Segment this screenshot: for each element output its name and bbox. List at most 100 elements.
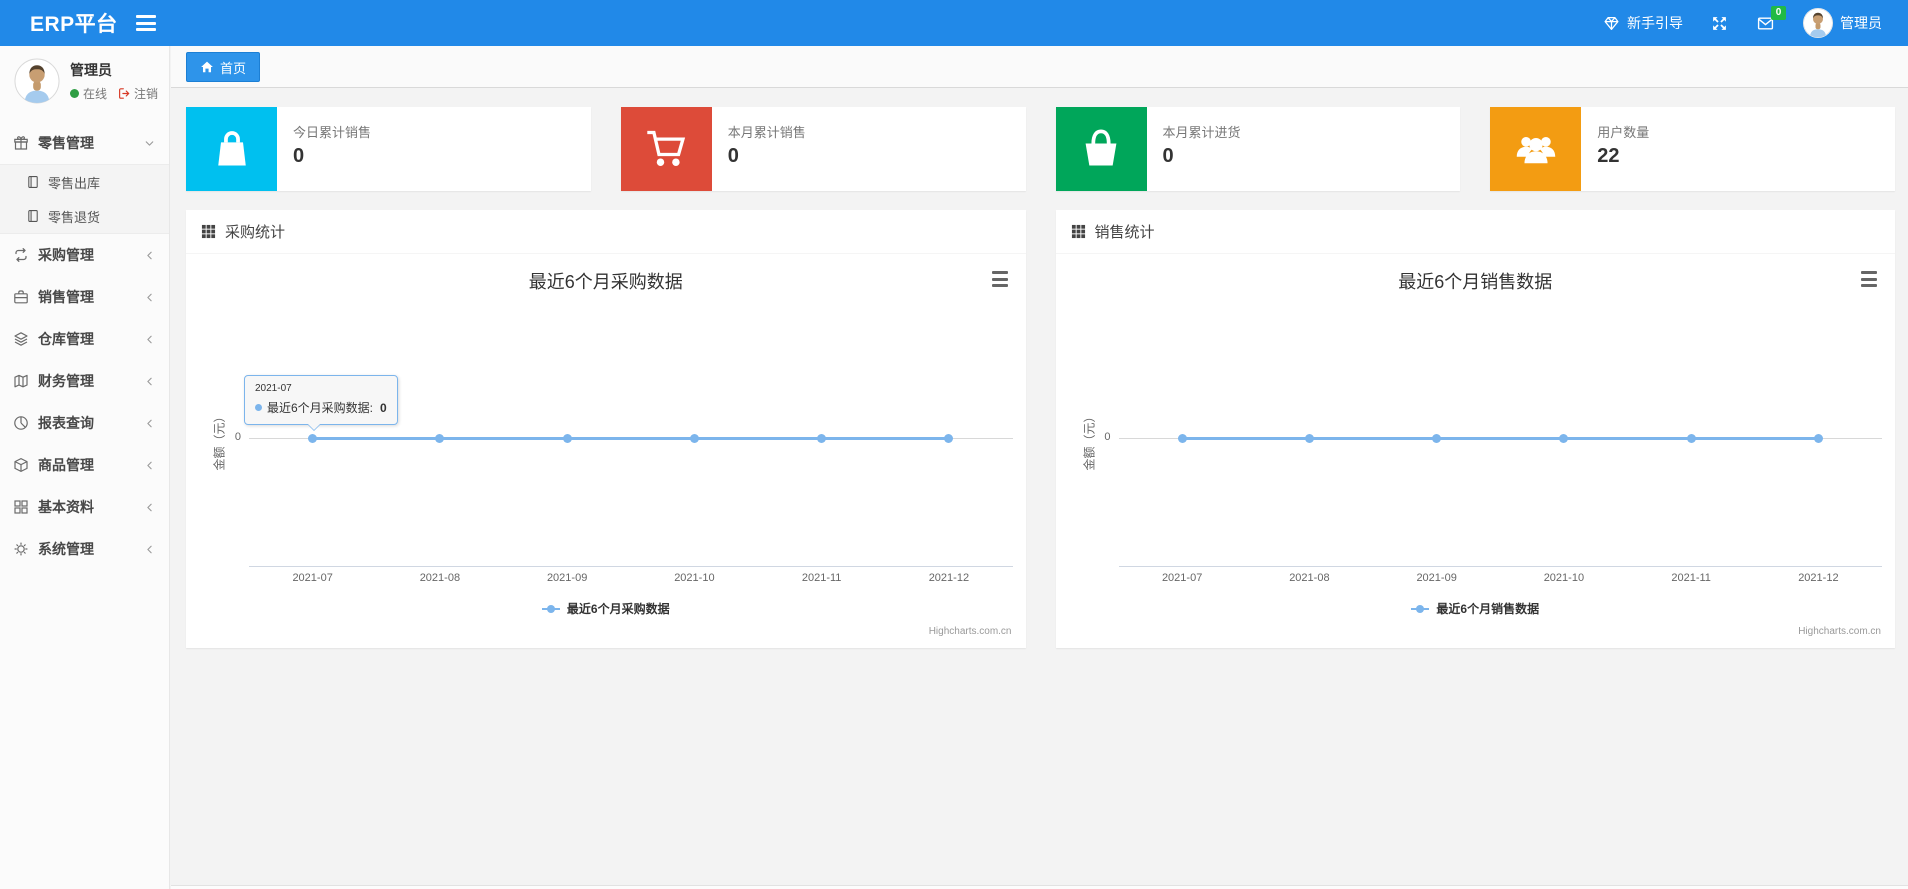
legend-marker-icon — [1411, 604, 1430, 613]
stat-card-label: 今日累计销售 — [293, 125, 372, 140]
sidebar-item-label: 零售退货 — [48, 209, 101, 225]
sidebar-item-label: 基本资料 — [38, 499, 94, 515]
x-axis-label: 2021-07 — [1161, 572, 1203, 584]
x-axis-label: 2021-09 — [546, 572, 588, 584]
logout-button[interactable]: 注销 — [118, 85, 158, 102]
stat-card-value: 0 — [1162, 145, 1174, 167]
user-menu[interactable]: 管理员 — [1803, 8, 1882, 38]
legend-item[interactable]: 最近6个月销售数据 — [1056, 600, 1896, 617]
x-axis-label: 2021-10 — [1543, 572, 1585, 584]
guide-label: 新手引导 — [1627, 15, 1683, 31]
x-axis-label: 2021-08 — [419, 572, 461, 584]
shopping-cart-icon — [620, 107, 712, 191]
highcharts-credits-link[interactable]: Highcharts.com.cn — [1798, 626, 1881, 637]
fullscreen-button[interactable] — [1711, 15, 1728, 32]
sidebar-item-basic-data[interactable]: 基本资料 — [0, 486, 169, 528]
x-axis-label: 2021-12 — [1798, 572, 1839, 584]
sidebar-item-retail-outbound[interactable]: 零售出库 — [0, 165, 169, 199]
chart-title: 最近6个月销售数据 — [1398, 272, 1553, 292]
sidebar-item-report-query[interactable]: 报表查询 — [0, 402, 169, 444]
stat-card-label: 本月累计进货 — [1162, 125, 1241, 140]
navbar-username: 管理员 — [1840, 15, 1882, 31]
x-axis-label: 2021-08 — [1289, 572, 1330, 584]
sign-out-icon — [118, 87, 131, 100]
sidebar-item-retail-mgmt[interactable]: 零售管理 — [0, 122, 169, 164]
x-axis-label: 2021-07 — [292, 572, 333, 584]
th-grid-icon — [201, 224, 216, 239]
th-grid-icon — [1071, 224, 1086, 239]
data-point-marker[interactable] — [1304, 434, 1314, 443]
tooltip-value: 0 — [380, 400, 387, 415]
data-point-marker[interactable] — [1686, 434, 1696, 443]
data-point-marker[interactable] — [1177, 434, 1187, 443]
guide-button[interactable]: 新手引导 — [1603, 13, 1683, 33]
stat-card-value: 0 — [727, 145, 739, 167]
highcharts-credits-link[interactable]: Highcharts.com.cn — [929, 626, 1012, 637]
data-points — [1119, 434, 1883, 443]
sidebar-item-finance-mgmt[interactable]: 财务管理 — [0, 360, 169, 402]
tab-bar: 首页 — [171, 46, 1908, 88]
x-axis-labels: 2021-07 2021-08 2021-09 2021-10 2021-11 2021-… — [1119, 572, 1883, 584]
x-axis-line — [1118, 566, 1882, 567]
sidebar-item-label: 零售管理 — [38, 135, 94, 151]
sidebar-item-label: 采购管理 — [38, 247, 94, 263]
briefcase-icon — [13, 289, 29, 305]
sidebar-toggle-icon[interactable] — [135, 15, 156, 31]
data-point-marker[interactable] — [1559, 434, 1569, 443]
sidebar-username: 管理员 — [70, 62, 112, 78]
journal-icon — [26, 175, 40, 189]
box-icon — [13, 457, 29, 473]
chevron-left-icon — [143, 459, 156, 472]
sidebar-item-label: 销售管理 — [38, 289, 94, 305]
messages-button[interactable]: 0 — [1756, 5, 1786, 32]
chevron-left-icon — [143, 543, 156, 556]
home-icon — [200, 60, 214, 74]
stat-cards-row: 今日累计销售 0 本月累计销售 0 本月累计进货 0 用户数量 22 — [186, 107, 1895, 191]
x-axis-line — [249, 566, 1013, 567]
y-axis-tick: 0 — [234, 431, 241, 443]
purchase-chart: 最近6个月采购数据 金额（元） 0 2021-07 2021-08 2021-09 2… — [186, 254, 1026, 647]
panel-title: 销售统计 — [1094, 224, 1155, 241]
sidebar-item-product-mgmt[interactable]: 商品管理 — [0, 444, 169, 486]
online-status-label: 在线 — [83, 87, 108, 101]
sidebar-item-label: 仓库管理 — [38, 331, 94, 347]
sidebar-item-warehouse-mgmt[interactable]: 仓库管理 — [0, 318, 169, 360]
x-axis-label: 2021-11 — [1671, 572, 1711, 584]
data-point-marker[interactable] — [817, 434, 827, 443]
data-point-marker[interactable] — [944, 434, 954, 443]
sidebar-item-purchase-mgmt[interactable]: 采购管理 — [0, 234, 169, 276]
message-count-badge: 0 — [1771, 5, 1786, 20]
sidebar-item-system-mgmt[interactable]: 系统管理 — [0, 528, 169, 570]
gift-icon — [13, 135, 29, 151]
gear-icon — [13, 541, 29, 557]
data-point-marker[interactable] — [562, 434, 572, 443]
chart-title: 最近6个月采购数据 — [528, 272, 683, 292]
x-axis-label: 2021-09 — [1416, 572, 1457, 584]
chevron-left-icon — [143, 417, 156, 430]
chart-menu-button[interactable] — [1858, 270, 1880, 288]
retail-submenu: 零售出库 零售退货 — [0, 164, 169, 234]
charts-row: 采购统计 最近6个月采购数据 金额（元） 0 2021-07 2021-08 202… — [186, 210, 1895, 648]
journal-icon — [26, 209, 40, 223]
sidebar-item-retail-return[interactable]: 零售退货 — [0, 199, 169, 233]
layers-icon — [13, 331, 29, 347]
tooltip-series-label: 最近6个月采购数据: — [267, 401, 374, 415]
sidebar-item-label: 报表查询 — [38, 415, 94, 431]
legend-item[interactable]: 最近6个月采购数据 — [186, 600, 1026, 617]
stat-card-user-count: 用户数量 22 — [1490, 107, 1895, 191]
sidebar-item-label: 系统管理 — [38, 541, 94, 557]
stat-card-today-sales: 今日累计销售 0 — [186, 107, 591, 191]
legend-label: 最近6个月销售数据 — [1436, 602, 1540, 616]
data-point-marker[interactable] — [435, 434, 445, 443]
sidebar-item-sales-mgmt[interactable]: 销售管理 — [0, 276, 169, 318]
data-point-marker[interactable] — [689, 434, 699, 443]
chevron-left-icon — [143, 501, 156, 514]
tab-home[interactable]: 首页 — [186, 52, 261, 82]
data-point-marker[interactable] — [1432, 434, 1442, 443]
chart-menu-button[interactable] — [989, 270, 1011, 288]
fullscreen-icon — [1711, 15, 1728, 32]
data-points — [249, 434, 1013, 443]
chart-tooltip: 2021-07 最近6个月采购数据: 0 — [244, 375, 398, 431]
data-point-marker[interactable] — [1813, 434, 1823, 443]
footer-divider — [171, 885, 1908, 889]
